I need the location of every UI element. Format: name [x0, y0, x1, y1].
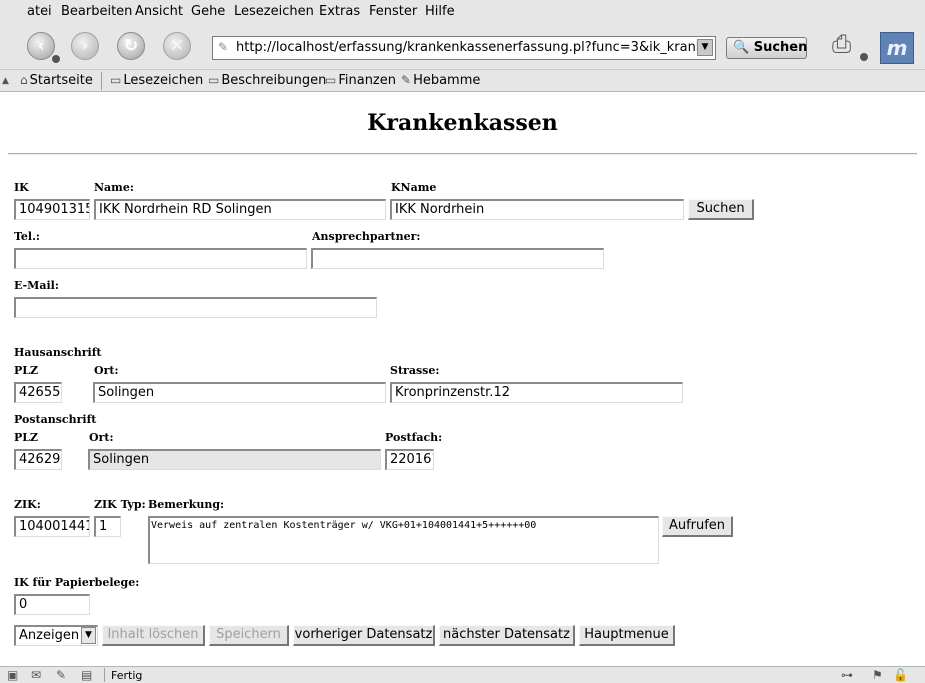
search-button-label: Suchen — [753, 40, 808, 55]
navigator-icon[interactable]: ▣ — [7, 668, 18, 682]
separator — [101, 72, 102, 90]
reload-icon[interactable]: ↻ — [117, 32, 145, 60]
menu-ansicht[interactable]: Ansicht — [135, 4, 183, 19]
post-ort-field[interactable]: Solingen — [88, 449, 381, 470]
ansprechpartner-label: Ansprechpartner: — [312, 230, 421, 243]
email-label: E-Mail: — [14, 279, 59, 292]
status-text: Fertig — [111, 669, 143, 682]
collapse-toolbar-icon[interactable]: ▲ — [2, 76, 9, 86]
menu-hilfe[interactable]: Hilfe — [425, 4, 455, 19]
hausanschrift-heading: Hausanschrift — [14, 346, 102, 359]
mail-icon[interactable]: ✉ — [31, 668, 41, 682]
search-button[interactable]: 🔍 Suchen — [726, 37, 807, 59]
tel-label: Tel.: — [14, 230, 40, 243]
bookmark-hebamme[interactable]: ✎ Hebamme — [401, 73, 480, 88]
haus-ort-label: Ort: — [94, 364, 119, 377]
address-book-icon[interactable]: ▤ — [81, 668, 92, 682]
menu-datei[interactable]: atei — [27, 4, 52, 19]
folder-icon: ▭ — [325, 73, 337, 87]
next-record-button[interactable]: nächster Datensatz — [439, 625, 575, 646]
separator — [104, 668, 105, 682]
zik-label: ZIK: — [14, 498, 41, 511]
email-field[interactable] — [14, 297, 377, 318]
haus-plz-label: PLZ — [14, 364, 39, 377]
kname-field[interactable]: IKK Nordrhein — [390, 199, 684, 220]
chevron-down-icon[interactable]: ▼ — [697, 39, 713, 56]
online-status-icon[interactable]: ⊶ — [841, 668, 853, 682]
postfach-field[interactable]: 220161 — [385, 449, 434, 470]
back-history-drop-icon[interactable] — [52, 55, 60, 63]
bookmark-icon: ✎ — [401, 73, 412, 87]
back-icon[interactable]: ‹ — [27, 32, 55, 60]
menu-gehe[interactable]: Gehe — [191, 4, 225, 19]
stop-icon[interactable]: ✕ — [163, 32, 191, 60]
bemerkung-label: Bemerkung: — [148, 498, 225, 511]
page-icon: ✎ — [218, 40, 229, 54]
lock-icon[interactable]: 🔓 — [893, 668, 908, 682]
save-button[interactable]: Speichern — [209, 625, 289, 646]
post-plz-field[interactable]: 42629 — [14, 449, 62, 470]
bemerkung-textarea[interactable]: Verweis auf zentralen Kostenträger w/ VK… — [148, 516, 659, 564]
strasse-field[interactable]: Kronprinzenstr.12 — [390, 382, 683, 403]
zik-typ-label: ZIK Typ: — [94, 498, 146, 511]
clear-button[interactable]: Inhalt löschen — [102, 625, 205, 646]
horizontal-rule — [8, 153, 917, 155]
ik-papierbelege-field[interactable]: 0 — [14, 594, 90, 615]
browser-logo-icon[interactable]: m — [880, 32, 914, 64]
menu-extras[interactable]: Extras — [319, 4, 360, 19]
ansprechpartner-field[interactable] — [311, 248, 604, 269]
haus-plz-field[interactable]: 42655 — [14, 382, 62, 403]
bookmark-folder-lesezeichen[interactable]: ▭ Lesezeichen — [110, 73, 203, 88]
name-field[interactable]: IKK Nordrhein RD Solingen — [94, 199, 386, 220]
forward-icon[interactable]: › — [71, 32, 99, 60]
post-plz-label: PLZ — [14, 431, 39, 444]
suchen-button[interactable]: Suchen — [688, 199, 754, 220]
menu-lesezeichen[interactable]: Lesezeichen — [234, 4, 314, 19]
postanschrift-heading: Postanschrift — [14, 413, 97, 426]
zik-field[interactable]: 104001441 — [14, 516, 90, 537]
folder-icon: ▭ — [208, 73, 220, 87]
post-ort-label: Ort: — [89, 431, 114, 444]
main-menu-button[interactable]: Hauptmenue — [579, 625, 675, 646]
menu-bearbeiten[interactable]: Bearbeiten — [61, 4, 132, 19]
aufrufen-button[interactable]: Aufrufen — [662, 516, 733, 537]
menu-fenster[interactable]: Fenster — [369, 4, 417, 19]
strasse-label: Strasse: — [390, 364, 440, 377]
print-icon[interactable]: ⎙ — [832, 30, 851, 58]
tel-field[interactable] — [14, 248, 307, 269]
composer-icon[interactable]: ✎ — [56, 668, 66, 682]
folder-icon: ▭ — [110, 73, 122, 87]
previous-record-button[interactable]: vorheriger Datensatz — [293, 625, 435, 646]
zik-typ-field[interactable]: 1 — [94, 516, 121, 537]
ik-field[interactable]: 104901315 — [14, 199, 90, 220]
postfach-label: Postfach: — [385, 431, 443, 444]
name-label: Name: — [94, 181, 134, 194]
url-text[interactable]: http://localhost/erfassung/krankenkassen… — [236, 40, 698, 55]
page-title: Krankenkassen — [367, 110, 558, 136]
search-icon: 🔍 — [733, 40, 750, 55]
menu-bar: atei Bearbeiten Ansicht Gehe Lesezeichen… — [0, 0, 925, 24]
cookie-icon[interactable]: ⚑ — [872, 668, 883, 682]
print-drop-icon[interactable] — [860, 53, 868, 61]
ik-label: IK — [14, 181, 29, 194]
bookmark-home[interactable]: ⌂ Startseite — [20, 73, 93, 88]
ik-papierbelege-label: IK für Papierbelege: — [14, 576, 140, 589]
bookmark-folder-beschreibungen[interactable]: ▭ Beschreibungen — [208, 73, 326, 88]
kname-label: KName — [391, 181, 437, 194]
chevron-down-icon[interactable]: ▼ — [81, 627, 96, 644]
home-icon: ⌂ — [20, 73, 28, 87]
bookmark-folder-finanzen[interactable]: ▭ Finanzen — [325, 73, 396, 88]
haus-ort-field[interactable]: Solingen — [93, 382, 386, 403]
